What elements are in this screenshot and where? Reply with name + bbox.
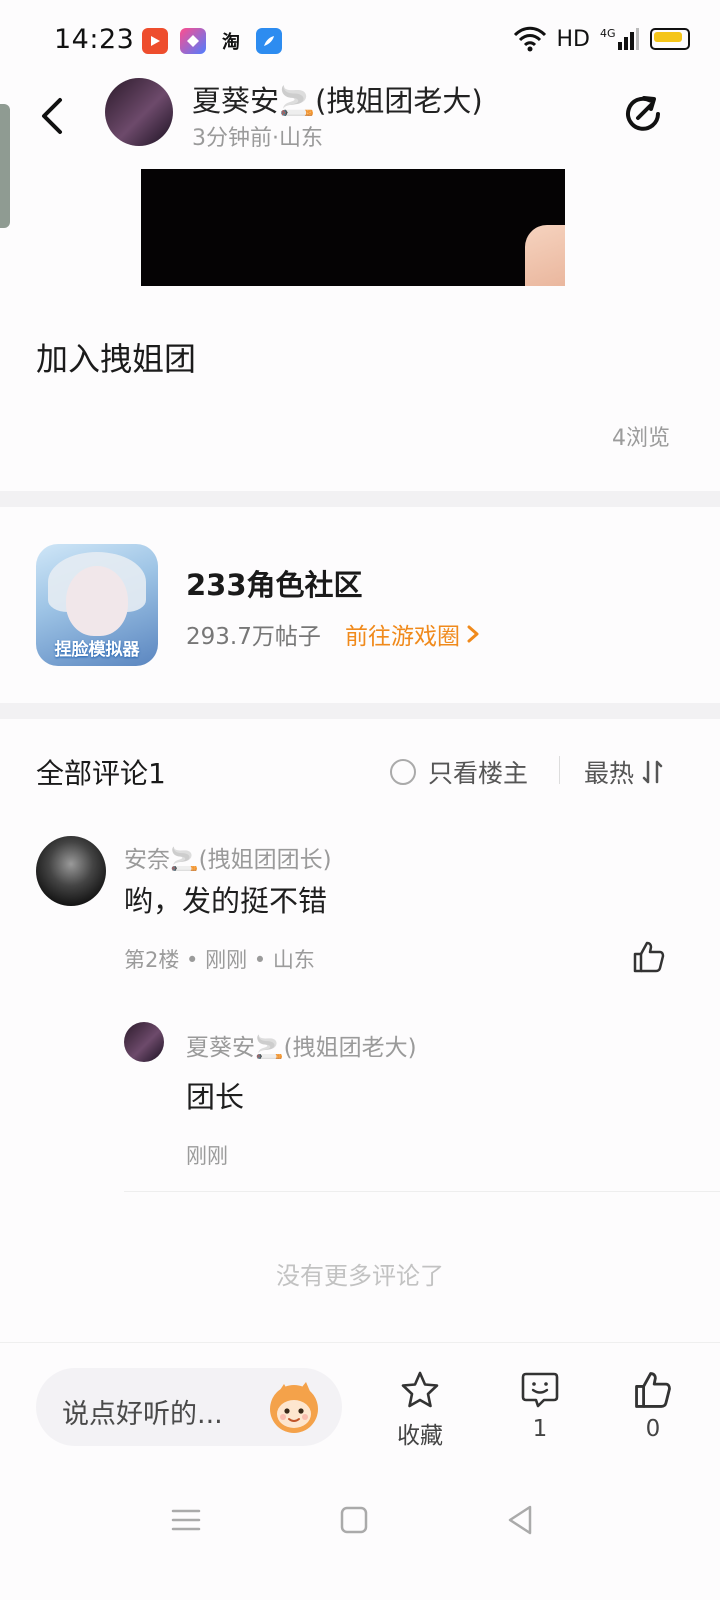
reply-time: 刚刚 [186, 1144, 228, 1168]
edge-handle[interactable] [0, 104, 10, 228]
comments-title: 全部评论1 [36, 757, 166, 790]
author-name[interactable]: 夏葵安🚬(拽姐团老大) [192, 78, 483, 120]
no-more-comments: 没有更多评论了 [276, 1262, 444, 1290]
game-link-label: 前往游戏圈 [345, 624, 460, 650]
menu-icon [171, 1509, 201, 1531]
status-indicators: HD 4G [513, 26, 690, 52]
post-image[interactable] [141, 169, 565, 286]
comment-count-button[interactable]: 1 [495, 1370, 585, 1442]
share-icon [626, 96, 660, 131]
thumbs-up-icon [635, 1372, 671, 1408]
nav-menu-button[interactable] [168, 1502, 204, 1538]
reply-divider [124, 1191, 720, 1192]
comment-like-button[interactable] [632, 940, 666, 974]
bottom-bar-divider [0, 1342, 720, 1343]
shortcut-app-icon [180, 28, 206, 54]
back-button[interactable] [34, 96, 74, 136]
section-divider [0, 491, 720, 507]
sort-divider [559, 756, 560, 784]
comment-bubble-icon [521, 1372, 559, 1408]
commenter-avatar[interactable] [36, 836, 106, 906]
post-text: 加入拽姐团 [36, 340, 197, 378]
radio-icon [390, 759, 416, 785]
status-time: 14:23 [54, 24, 135, 55]
svg-text:4G: 4G [600, 27, 616, 40]
wifi-icon [513, 26, 546, 52]
nav-home-button[interactable] [336, 1502, 372, 1538]
image-detail [525, 225, 565, 286]
like-count: 0 [645, 1416, 661, 1442]
game-post-count: 293.7万帖子 [186, 624, 321, 650]
comment-input[interactable]: 说点好听的... [36, 1368, 342, 1446]
go-to-game-circle-link[interactable]: 前往游戏圈 [345, 617, 480, 651]
share-button[interactable] [620, 90, 668, 138]
favorite-button[interactable]: 收藏 [375, 1370, 465, 1450]
like-button[interactable]: 0 [608, 1370, 698, 1442]
sort-icon [642, 760, 663, 784]
comment-text: 哟，发的挺不错 [124, 884, 328, 918]
comment-count: 1 [532, 1416, 548, 1442]
thumbs-up-icon [633, 941, 665, 973]
network-type: HD [556, 26, 590, 52]
sort-button[interactable]: 最热 [584, 754, 664, 790]
post-time-location: 3分钟前·山东 [192, 126, 323, 151]
triangle-back-icon [508, 1505, 532, 1535]
comment-input-placeholder: 说点好听的... [62, 1399, 223, 1430]
view-count: 4浏览 [612, 426, 670, 451]
owner-only-label: 只看楼主 [428, 759, 529, 788]
chevron-right-icon [467, 625, 479, 643]
game-icon-caption: 捏脸模拟器 [54, 640, 140, 660]
chevron-left-icon [42, 98, 62, 134]
game-icon[interactable]: 捏脸模拟器 [36, 544, 158, 666]
commenter-name[interactable]: 安奈🚬(拽姐团团长) [124, 840, 332, 874]
nav-back-button[interactable] [502, 1502, 538, 1538]
signal-icon: 4G [600, 27, 639, 50]
favorite-label: 收藏 [397, 1423, 443, 1449]
section-divider [0, 703, 720, 719]
sort-label: 最热 [584, 759, 635, 788]
reply-text: 团长 [186, 1080, 245, 1114]
browser-app-icon [256, 28, 282, 54]
star-icon [401, 1371, 439, 1408]
battery-icon [650, 28, 690, 50]
comment-meta: 第2楼 • 刚刚 • 山东 [124, 948, 315, 972]
mascot-emoji-icon[interactable] [264, 1376, 324, 1436]
reply-author-name[interactable]: 夏葵安🚬(拽姐团老大) [186, 1028, 417, 1062]
video-app-icon [142, 28, 168, 54]
taobao-app-icon: 淘 [222, 32, 240, 53]
reply-avatar[interactable] [124, 1022, 164, 1062]
game-icon-face [66, 566, 128, 636]
game-title[interactable]: 233角色社区 [186, 562, 363, 604]
author-avatar[interactable] [105, 78, 173, 146]
owner-only-toggle[interactable]: 只看楼主 [390, 754, 528, 790]
home-square-icon [340, 1506, 368, 1534]
